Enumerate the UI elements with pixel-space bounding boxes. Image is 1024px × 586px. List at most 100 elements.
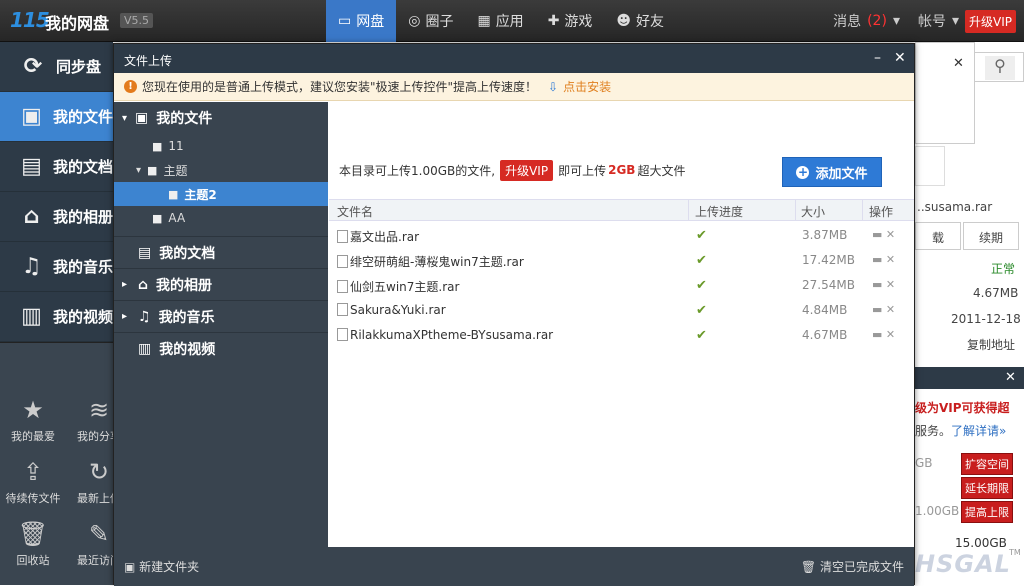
delete-icon[interactable]: ✕	[886, 253, 895, 266]
music-icon: ♫	[21, 253, 42, 279]
trash-icon: 🗑	[17, 520, 49, 548]
gamepad-icon: ✚	[547, 13, 560, 29]
folder-icon: ■	[152, 139, 163, 153]
tree-section-docs[interactable]: ▤ 我的文档	[114, 236, 328, 268]
nav-circle[interactable]: ◎ 圈子	[396, 0, 465, 42]
close-icon[interactable]: ✕	[1005, 370, 1016, 385]
tree-root[interactable]: ▾ ▣ 我的文件	[114, 102, 328, 134]
chevron-down-icon[interactable]: ▾	[952, 13, 959, 29]
delete-icon[interactable]: ✕	[886, 328, 895, 341]
close-icon[interactable]: ✕	[953, 56, 964, 71]
download-button[interactable]: 载	[915, 222, 961, 250]
tree-section-video[interactable]: ▥ 我的视频	[114, 332, 328, 364]
shortcut-recycle-bin[interactable]: 🗑 回收站	[0, 520, 66, 568]
file-icon	[337, 303, 348, 316]
expand-space-button[interactable]: 扩容空间	[961, 453, 1013, 475]
column-progress[interactable]: 上传进度	[695, 203, 743, 220]
file-name: 嘉文出品.rar	[350, 230, 420, 244]
install-link[interactable]: 点击安装	[563, 78, 611, 95]
renew-button[interactable]: 续期	[963, 222, 1019, 250]
sidebar-item-my-files[interactable]: ▣ 我的文件	[0, 92, 113, 142]
chevron-down-icon[interactable]: ▾	[122, 113, 127, 124]
file-name: 绯空研萌組-薄桜鬼win7主题.rar	[350, 255, 524, 269]
sidebar-item-my-video[interactable]: ▥ 我的视频	[0, 292, 113, 342]
nav-disk[interactable]: ▭ 网盘	[326, 0, 397, 42]
sync-icon: ⟳	[23, 53, 43, 79]
column-name[interactable]: 文件名	[337, 203, 373, 220]
add-file-button[interactable]: + 添加文件	[782, 157, 882, 187]
sidebar-item-sync[interactable]: ⟳ 同步盘	[0, 42, 113, 92]
account-link[interactable]: 帐号	[918, 11, 946, 31]
minimize-button[interactable]: –	[874, 50, 881, 66]
table-row[interactable]: 嘉文出品.rar ✔ 3.87MB ▬ ✕	[329, 223, 914, 248]
upload-dialog: 文件上传 – ✕ ! 您现在使用的是普通上传模式，建议您安装"极速上传控件"提高…	[113, 43, 915, 586]
tree-folder-11[interactable]: ■ 11	[114, 134, 328, 158]
folder-icon: ■	[152, 211, 163, 225]
rss-icon: ≋	[88, 396, 110, 424]
upgrade-vip-button[interactable]: 升级VIP	[500, 159, 554, 181]
file-size: 3.87MB	[802, 228, 848, 242]
table-row[interactable]: 绯空研萌組-薄桜鬼win7主题.rar ✔ 17.42MB ▬ ✕	[329, 248, 914, 273]
table-row[interactable]: RilakkumaXPtheme-BYsusama.rar ✔ 4.67MB ▬…	[329, 323, 914, 348]
search-icon[interactable]: ⚲	[985, 56, 1015, 80]
delete-icon[interactable]: ✕	[886, 228, 895, 241]
tree-section-album[interactable]: ▸ ⌂ 我的相册	[114, 268, 328, 300]
nav-games[interactable]: ✚ 游戏	[536, 0, 605, 42]
sidebar-item-my-docs[interactable]: ▤ 我的文档	[0, 142, 113, 192]
delete-icon[interactable]: ✕	[886, 278, 895, 291]
file-name: RilakkumaXPtheme-BYsusama.rar	[350, 328, 554, 342]
folder-icon[interactable]: ▬	[872, 278, 882, 291]
warning-icon: !	[124, 80, 137, 93]
nav-friends[interactable]: ☻ 好友	[604, 0, 676, 42]
folder-icon: ■	[168, 187, 179, 201]
chevron-right-icon[interactable]: ▸	[122, 311, 130, 322]
document-icon: ▤	[138, 244, 152, 261]
tree-section-music[interactable]: ▸ ♫ 我的音乐	[114, 300, 328, 332]
install-icon[interactable]: ⇩	[548, 80, 558, 94]
quota-text: GB	[915, 456, 933, 470]
nav-apps[interactable]: ▦ 应用	[465, 0, 535, 42]
check-icon: ✔	[696, 278, 707, 293]
close-button[interactable]: ✕	[894, 50, 906, 66]
upload-icon: ⇪	[22, 458, 44, 486]
sidebar-item-my-music[interactable]: ♫ 我的音乐	[0, 242, 113, 292]
learn-more-link[interactable]: 了解详请»	[951, 422, 1006, 439]
chevron-down-icon[interactable]: ▾	[893, 13, 900, 29]
tree-folder-theme[interactable]: ▾ ■ 主题	[114, 158, 328, 182]
table-row[interactable]: 仙剑五win7主题.rar ✔ 27.54MB ▬ ✕	[329, 273, 914, 298]
folder-icon[interactable]: ▬	[872, 303, 882, 316]
message-count[interactable]: (2)	[867, 13, 887, 29]
briefcase-icon: ▣	[135, 110, 149, 126]
clear-completed-button[interactable]: 🗑 清空已完成文件	[801, 558, 904, 575]
messages-link[interactable]: 消息	[833, 11, 861, 31]
dialog-titlebar[interactable]: 文件上传	[114, 44, 914, 73]
file-name: ..susama.rar	[917, 200, 993, 214]
table-row[interactable]: Sakura&Yuki.rar ✔ 4.84MB ▬ ✕	[329, 298, 914, 323]
delete-icon[interactable]: ✕	[886, 303, 895, 316]
new-folder-button[interactable]: ▣ 新建文件夹	[124, 558, 199, 575]
extend-term-button[interactable]: 延长期限	[961, 477, 1013, 499]
upload-mode-notice: ! 您现在使用的是普通上传模式，建议您安装"极速上传控件"提高上传速度！ ⇩ 点…	[114, 73, 914, 101]
music-icon: ♫	[138, 308, 151, 325]
sidebar-item-my-album[interactable]: ⌂ 我的相册	[0, 192, 113, 242]
column-ops[interactable]: 操作	[869, 203, 893, 220]
app-logo[interactable]: 115	[10, 8, 50, 32]
upgrade-vip-button[interactable]: 升级VIP	[965, 9, 1016, 33]
watermark-logo: HSGAL	[915, 550, 1011, 578]
chevron-right-icon[interactable]: ▸	[122, 279, 130, 290]
circle-icon: ◎	[408, 13, 421, 29]
folder-icon[interactable]: ▬	[872, 328, 882, 341]
chevron-down-icon[interactable]: ▾	[136, 165, 141, 176]
folder-icon[interactable]: ▬	[872, 253, 882, 266]
folder-icon[interactable]: ▬	[872, 228, 882, 241]
shortcut-pending-upload[interactable]: ⇪ 待续传文件	[0, 458, 66, 506]
copy-address-link[interactable]: 复制地址	[967, 336, 1015, 353]
column-size[interactable]: 大小	[801, 203, 825, 220]
file-size: 17.42MB	[802, 253, 855, 267]
friends-icon: ☻	[616, 13, 632, 29]
tree-folder-aa[interactable]: ■ AA	[114, 206, 328, 230]
file-size: 4.67MB	[973, 286, 1019, 300]
shortcut-favorites[interactable]: ★ 我的最爱	[0, 396, 66, 444]
tree-folder-theme2[interactable]: ■ 主题2	[114, 182, 328, 206]
raise-limit-button[interactable]: 提高上限	[961, 501, 1013, 523]
